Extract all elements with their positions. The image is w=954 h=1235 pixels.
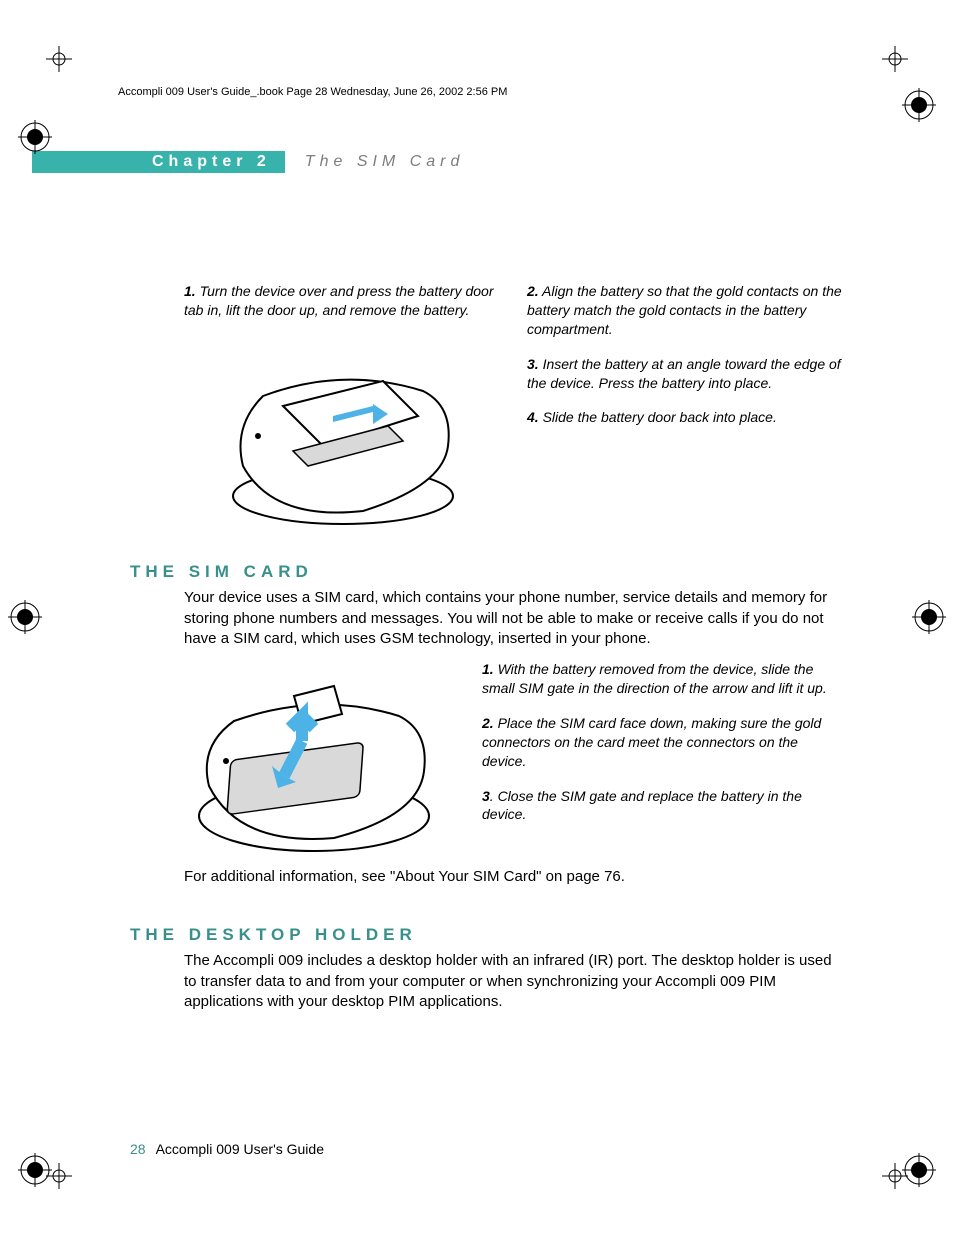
step-number: 1. (482, 661, 494, 677)
step-number: 2. (527, 283, 539, 299)
sim-step-2: 2. Place the SIM card face down, making … (482, 714, 844, 771)
registration-mark-icon (8, 600, 42, 634)
step-text: Align the battery so that the gold conta… (527, 283, 842, 337)
crop-mark-icon (882, 46, 908, 72)
desktop-holder-text: The Accompli 009 includes a desktop hold… (184, 951, 844, 1013)
registration-mark-icon (912, 600, 946, 634)
step-number: 3. (527, 356, 539, 372)
battery-step-3: 3. Insert the battery at an angle toward… (527, 355, 844, 393)
step-text: With the battery removed from the device… (482, 661, 827, 696)
step-text: Place the SIM card face down, making sur… (482, 715, 821, 769)
chapter-header: Chapter 2 The SIM Card (32, 148, 464, 176)
sim-step-1: 1. With the battery removed from the dev… (482, 660, 844, 698)
print-header: Accompli 009 User's Guide_.book Page 28 … (118, 86, 507, 98)
sim-additional-text: For additional information, see "About Y… (184, 868, 844, 885)
step-number: 2. (482, 715, 494, 731)
step-number: 1. (184, 283, 196, 299)
sim-card-heading: THE SIM CARD (130, 562, 844, 582)
registration-mark-icon (902, 88, 936, 122)
device-battery-illustration (213, 336, 473, 526)
step-text: . Close the SIM gate and replace the bat… (482, 788, 802, 823)
desktop-holder-heading: THE DESKTOP HOLDER (130, 925, 844, 945)
registration-mark-icon (902, 1153, 936, 1187)
page-number: 28 (130, 1141, 146, 1157)
registration-mark-icon (18, 1153, 52, 1187)
battery-step-2: 2. Align the battery so that the gold co… (527, 282, 844, 339)
sim-intro-text: Your device uses a SIM card, which conta… (184, 588, 844, 650)
footer-title: Accompli 009 User's Guide (156, 1141, 324, 1157)
step-text: Insert the battery at an angle toward th… (527, 356, 841, 391)
step-text: Turn the device over and press the batte… (184, 283, 493, 318)
step-text: Slide the battery door back into place. (539, 409, 777, 425)
battery-step-4: 4. Slide the battery door back into plac… (527, 408, 844, 427)
step-number: 4. (527, 409, 539, 425)
crop-mark-icon (46, 46, 72, 72)
battery-step-1: 1. Turn the device over and press the ba… (184, 282, 501, 320)
page-footer: 28 Accompli 009 User's Guide (130, 1141, 324, 1157)
step-number: 3 (482, 788, 490, 804)
sim-step-3: 3. Close the SIM gate and replace the ba… (482, 787, 844, 825)
chapter-number-badge: Chapter 2 (32, 151, 285, 173)
chapter-title: The SIM Card (305, 153, 465, 171)
registration-mark-icon (18, 120, 52, 154)
device-sim-illustration (184, 666, 444, 856)
